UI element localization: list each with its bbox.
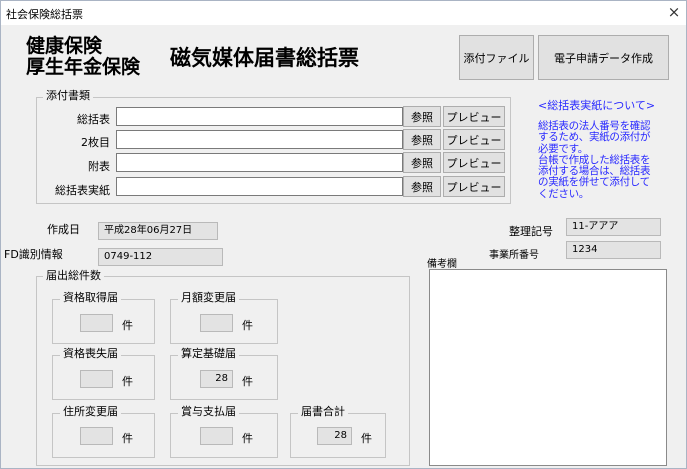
- summary-paper-link[interactable]: <総括表実紙について>: [538, 97, 655, 113]
- count-label-acquisition: 資格取得届: [60, 292, 121, 304]
- office-number-field: 1234: [566, 241, 661, 259]
- close-icon[interactable]: ×: [665, 3, 683, 21]
- attachment-input-summary[interactable]: [116, 107, 403, 126]
- count-unit: 件: [242, 432, 253, 445]
- attachment-label-summary: 総括表: [77, 113, 110, 126]
- reference-code-label: 整理記号: [509, 225, 553, 238]
- count-label-bonus-payment: 賞与支払届: [178, 406, 239, 418]
- count-label-total: 届書合計: [298, 406, 348, 418]
- counts-legend: 届出総件数: [43, 270, 104, 282]
- summary-paper-note: 総括表の法人番号を確認 するため、実紙の添付が 必要です。 台帳で作成した総括表…: [538, 120, 683, 200]
- count-field-loss: [80, 370, 113, 388]
- office-number-label: 事業所番号: [489, 250, 539, 261]
- count-field-base-calculation: 28: [200, 370, 233, 388]
- count-field-total: 28: [317, 427, 352, 445]
- attachment-input-page2[interactable]: [116, 130, 403, 149]
- title-bar: [1, 1, 686, 25]
- attachment-label-actual-paper: 総括表実紙: [55, 184, 110, 197]
- heading-pension-insurance: 厚生年金保険: [26, 56, 141, 78]
- remarks-textarea[interactable]: [429, 269, 667, 466]
- browse-button-page2[interactable]: 参照: [403, 129, 441, 150]
- count-field-acquisition: [80, 314, 113, 332]
- browse-button-summary[interactable]: 参照: [403, 106, 441, 127]
- count-unit: 件: [242, 375, 253, 388]
- fd-id-field: 0749-112: [98, 248, 223, 266]
- page-title: 磁気媒体届書総括票: [170, 45, 359, 70]
- window-title: 社会保険総括票: [6, 8, 83, 21]
- count-unit: 件: [361, 432, 372, 445]
- heading-health-insurance: 健康保険: [26, 35, 103, 57]
- app-window: { "window": { "title": "社会保険総括票", "close…: [0, 0, 687, 469]
- browse-button-actual-paper[interactable]: 参照: [403, 176, 441, 197]
- created-date-field: 平成28年06月27日: [98, 222, 218, 240]
- count-field-monthly-change: [200, 314, 233, 332]
- attachments-legend: 添付書類: [43, 90, 93, 102]
- count-unit: 件: [122, 375, 133, 388]
- note-line: するため、実紙の添付が: [538, 131, 651, 144]
- preview-button-actual-paper[interactable]: プレビュー: [443, 176, 505, 197]
- note-line: ください。: [538, 187, 589, 200]
- remarks-label: 備考欄: [427, 259, 457, 270]
- count-label-base-calculation: 算定基礎届: [178, 348, 239, 360]
- count-label-address-change: 住所変更届: [60, 406, 121, 418]
- preview-button-summary[interactable]: プレビュー: [443, 106, 505, 127]
- count-field-address-change: [80, 427, 113, 445]
- attachment-input-appendix[interactable]: [116, 153, 403, 172]
- count-unit: 件: [122, 319, 133, 332]
- fd-id-label: FD識別情報: [4, 248, 63, 261]
- count-unit: 件: [122, 432, 133, 445]
- create-e-application-data-button[interactable]: 電子申請データ作成: [538, 35, 669, 80]
- count-label-monthly-change: 月額変更届: [178, 292, 239, 304]
- reference-code-field: 11-アアア: [566, 218, 661, 236]
- count-unit: 件: [242, 319, 253, 332]
- count-field-bonus-payment: [200, 427, 233, 445]
- count-label-loss: 資格喪失届: [60, 348, 121, 360]
- browse-button-appendix[interactable]: 参照: [403, 152, 441, 173]
- attachment-label-appendix: 附表: [88, 160, 110, 173]
- preview-button-page2[interactable]: プレビュー: [443, 129, 505, 150]
- attachment-label-page2: 2枚目: [81, 136, 110, 149]
- preview-button-appendix[interactable]: プレビュー: [443, 152, 505, 173]
- attachment-input-actual-paper[interactable]: [116, 177, 403, 196]
- attach-file-button[interactable]: 添付ファイル: [459, 35, 534, 80]
- created-date-label: 作成日: [47, 223, 80, 236]
